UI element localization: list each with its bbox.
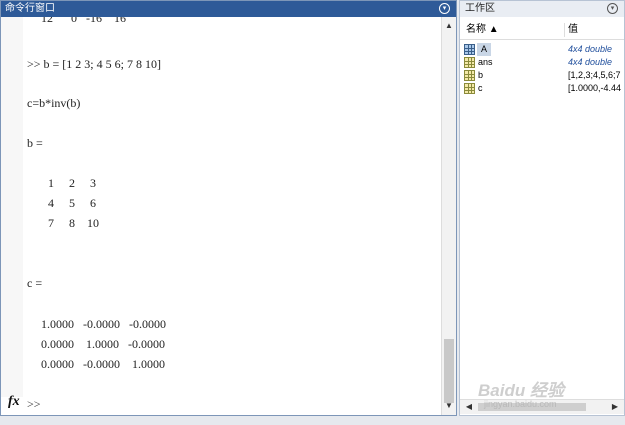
matrix-row: 1 2 3 [33,176,96,190]
watermark-logo: Baidu 经验 [478,381,564,400]
command-gutter [1,17,23,397]
scroll-up-icon[interactable]: ▲ [442,19,456,33]
workspace-panel: 工作区 ▾ 名称 ▲ 值 A 4x4 double ans 4x4 double… [459,0,625,416]
scroll-right-icon[interactable]: ▶ [608,400,622,414]
matrix-row: 4 5 6 [33,196,96,210]
workspace-variable-row[interactable]: b [1,2,3;4,5,6;7 [460,69,624,82]
variable-name: A [477,43,492,56]
workspace-variable-row[interactable]: ans 4x4 double [460,56,624,69]
scrollbar-thumb[interactable] [444,339,454,403]
workspace-variable-row[interactable]: c [1.0000,-4.44 [460,82,624,95]
command-prompt[interactable]: >> [27,397,41,412]
variable-value: 4x4 double [568,57,613,67]
variable-value: 4x4 double [568,44,613,54]
output-line: b = [27,136,43,150]
command-window-panel: 命令行窗口 ▾ 12 0 -16 16 >> b = [1 2 3; 4 5 6… [0,0,457,416]
workspace-titlebar: 工作区 ▾ [460,1,624,17]
matrix-variable-icon [464,44,475,55]
output-line: c = [27,276,43,290]
variable-name: b [478,70,484,80]
panel-menu-icon[interactable]: ▾ [439,3,450,14]
output-line: 12 0 -16 16 [35,17,126,25]
variable-name: c [478,83,483,93]
command-window-titlebar: 命令行窗口 ▾ [1,1,456,17]
command-vertical-scrollbar[interactable]: ▲ ▼ [441,17,456,415]
command-window-title: 命令行窗口 [5,3,55,14]
variable-value: [1,2,3;4,5,6;7 [568,70,621,80]
command-line: >> b = [1 2 3; 4 5 6; 7 8 10] [27,57,161,71]
column-header-name[interactable]: 名称 ▲ [466,21,499,39]
variable-name: ans [478,57,493,67]
variable-value: [1.0000,-4.44 [568,83,622,93]
workspace-title: 工作区 [465,3,495,14]
command-prompt-row[interactable]: fx >> [1,394,441,414]
matrix-row: 0.0000 -0.0000 1.0000 [29,357,165,371]
matrix-row: 1.0000 -0.0000 -0.0000 [29,317,166,331]
workspace-variable-row[interactable]: A 4x4 double [460,43,624,56]
scroll-down-icon[interactable]: ▼ [442,399,456,413]
scroll-left-icon[interactable]: ◀ [462,400,476,414]
panel-menu-icon[interactable]: ▾ [607,3,618,14]
matrix-row: 7 8 10 [33,216,99,230]
watermark-url: jingyan.baidu.com [484,399,557,409]
function-browser-icon[interactable]: fx [8,394,20,410]
matrix-variable-icon [464,70,475,81]
column-divider[interactable] [564,23,565,37]
column-header-value[interactable]: 值 [568,21,578,39]
matrix-variable-icon [464,83,475,94]
command-output[interactable]: 12 0 -16 16 >> b = [1 2 3; 4 5 6; 7 8 10… [23,17,441,397]
matrix-row: 0.0000 1.0000 -0.0000 [29,337,165,351]
command-line: c=b*inv(b) [27,96,81,110]
matrix-variable-icon [464,57,475,68]
workspace-table-header: 名称 ▲ 值 [460,21,624,40]
